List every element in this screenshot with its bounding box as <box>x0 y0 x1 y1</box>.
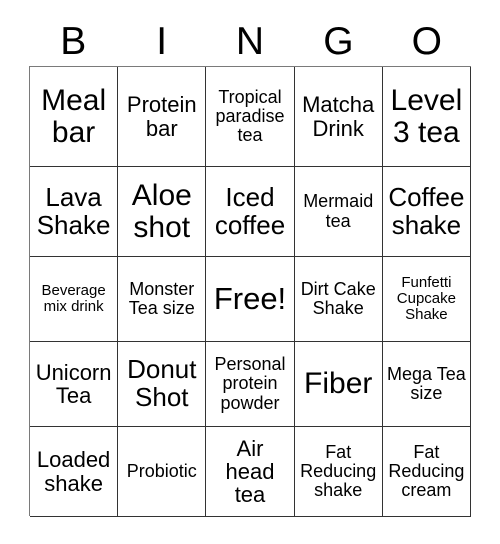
bingo-cell-label: Lava Shake <box>36 181 111 240</box>
bingo-cell-label: Beverage mix drink <box>41 282 106 315</box>
bingo-free-cell[interactable]: Free! <box>206 257 295 342</box>
bingo-cell[interactable]: Mega Tea size <box>382 342 471 427</box>
bingo-cell-label: Matcha Drink <box>302 92 375 141</box>
bingo-cell[interactable]: Probiotic <box>118 427 207 517</box>
bingo-cell-label: Funfetti Cupcake Shake <box>396 274 456 323</box>
bingo-cell-label: Personal protein powder <box>214 354 286 413</box>
bingo-cell-label: Fat Reducing cream <box>388 441 465 501</box>
bingo-cell-label: Level 3 tea <box>390 83 463 149</box>
bingo-cell[interactable]: Iced coffee <box>206 167 295 257</box>
bingo-cell[interactable]: Fiber <box>294 342 383 427</box>
bingo-free-label: Free! <box>213 280 287 316</box>
bingo-cell-label: Coffee shake <box>388 181 465 240</box>
bingo-cell[interactable]: Tropical paradise tea <box>206 67 295 167</box>
bingo-cell[interactable]: Coffee shake <box>382 167 471 257</box>
bingo-header-letter-i: I <box>156 19 168 63</box>
bingo-cell-label: Dirt Cake Shake <box>300 278 376 318</box>
bingo-cell[interactable]: Loaded shake <box>30 427 119 517</box>
bingo-cell-label: Iced coffee <box>214 181 286 240</box>
bingo-cell-label: Probiotic <box>126 460 197 481</box>
bingo-header-letter-g: G <box>323 19 354 63</box>
bingo-cell[interactable]: Fat Reducing cream <box>382 427 471 517</box>
bingo-cell-label: Unicorn Tea <box>35 359 112 408</box>
bingo-header-row: B I N G O <box>29 16 471 66</box>
bingo-cell[interactable]: Fat Reducing shake <box>294 427 383 517</box>
bingo-cell[interactable]: Lava Shake <box>30 167 119 257</box>
bingo-cell[interactable]: Personal protein powder <box>206 342 295 427</box>
bingo-cell[interactable]: Donut Shot <box>118 342 207 427</box>
bingo-header-letter-b: B <box>60 19 87 63</box>
bingo-cell[interactable]: Monster Tea size <box>118 257 207 342</box>
bingo-cell[interactable]: Dirt Cake Shake <box>294 257 383 342</box>
bingo-cell-label: Air head tea <box>225 435 275 508</box>
bingo-cell-label: Fiber <box>304 367 373 401</box>
bingo-cell[interactable]: Beverage mix drink <box>30 257 119 342</box>
bingo-cell[interactable]: Unicorn Tea <box>30 342 119 427</box>
bingo-cell-label: Mermaid tea <box>303 191 374 231</box>
bingo-cell[interactable]: Mermaid tea <box>294 167 383 257</box>
bingo-cell-label: Donut Shot <box>127 354 197 412</box>
bingo-cell[interactable]: Air head tea <box>206 427 295 517</box>
bingo-cell-label: Monster Tea size <box>128 278 195 318</box>
bingo-header-letter-o: O <box>411 19 442 63</box>
bingo-cell-label: Fat Reducing shake <box>300 441 377 501</box>
bingo-cell[interactable]: Matcha Drink <box>294 67 383 167</box>
bingo-cell-label: Meal bar <box>41 83 107 149</box>
bingo-cell[interactable]: Meal bar <box>30 67 119 167</box>
bingo-cell[interactable]: Aloe shot <box>118 167 207 257</box>
bingo-card: B I N G O Meal bar Protein bar Tropical … <box>0 0 500 544</box>
bingo-cell-label: Protein bar <box>126 92 197 141</box>
bingo-cell[interactable]: Protein bar <box>118 67 207 167</box>
bingo-cell-label: Aloe shot <box>131 178 192 244</box>
bingo-cell[interactable]: Level 3 tea <box>382 67 471 167</box>
bingo-cell-label: Loaded shake <box>36 447 111 496</box>
bingo-cell[interactable]: Funfetti Cupcake Shake <box>382 257 471 342</box>
bingo-grid: Meal bar Protein bar Tropical paradise t… <box>29 66 471 517</box>
bingo-cell-label: Tropical paradise tea <box>215 86 285 146</box>
bingo-cell-label: Mega Tea size <box>387 363 466 403</box>
bingo-header-letter-n: N <box>235 19 265 63</box>
